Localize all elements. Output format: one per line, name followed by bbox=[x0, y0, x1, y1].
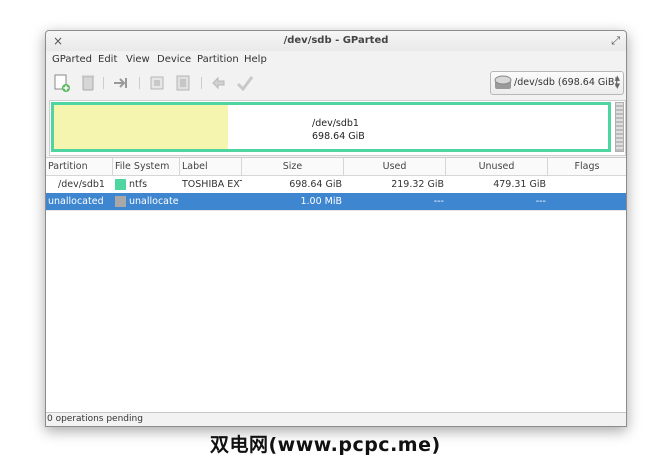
cell-size: 698.64 GiB bbox=[289, 179, 342, 190]
cell-flags bbox=[548, 193, 626, 210]
status-bar: 0 operations pending bbox=[46, 412, 626, 426]
table-row[interactable]: /dev/sdb1 ntfs TOSHIBA EXT 698.64 GiB 21… bbox=[46, 176, 626, 194]
toolbar-separator bbox=[103, 77, 104, 89]
filesystem-color-swatch bbox=[115, 196, 126, 207]
toolbar-separator bbox=[201, 77, 202, 89]
unallocated-block[interactable] bbox=[615, 102, 624, 152]
column-size[interactable]: Size bbox=[242, 158, 344, 175]
harddisk-icon bbox=[494, 75, 512, 90]
partition-block-name: /dev/sdb1 bbox=[312, 118, 359, 129]
cell-filesystem: unallocated bbox=[129, 196, 179, 207]
copy-icon[interactable] bbox=[148, 74, 166, 92]
column-file-system[interactable]: File System bbox=[113, 158, 180, 175]
new-partition-icon[interactable] bbox=[53, 74, 71, 92]
column-partition[interactable]: Partition bbox=[46, 158, 113, 175]
cell-label: TOSHIBA EXT bbox=[182, 179, 242, 190]
column-flags[interactable]: Flags bbox=[548, 158, 626, 175]
cell-label bbox=[182, 193, 242, 210]
table-header: Partition File System Label Size Used Un… bbox=[46, 158, 626, 176]
resize-move-icon[interactable] bbox=[112, 74, 130, 92]
menu-gparted[interactable]: GParted bbox=[52, 54, 92, 65]
apply-icon[interactable] bbox=[236, 74, 254, 92]
maximize-icon[interactable]: ⤢ bbox=[611, 34, 620, 48]
menu-device[interactable]: Device bbox=[157, 54, 191, 65]
partition-block-label: /dev/sdb1 698.64 GiB bbox=[312, 117, 365, 143]
status-text: 0 operations pending bbox=[47, 414, 143, 424]
column-used[interactable]: Used bbox=[344, 158, 446, 175]
used-space-fill bbox=[54, 105, 228, 149]
title-bar: × /dev/sdb - GParted ⤢ bbox=[46, 31, 626, 51]
column-label[interactable]: Label bbox=[180, 158, 242, 175]
spinner-arrows-icon: ▲ ▼ bbox=[614, 74, 620, 90]
menu-bar: GParted Edit View Device Partition Help bbox=[46, 51, 626, 69]
watermark-text: 双电网(www.pcpc.me) bbox=[210, 434, 441, 456]
cell-filesystem: ntfs bbox=[129, 179, 148, 190]
toolbar: /dev/sdb (698.64 GiB) ▲ ▼ bbox=[46, 69, 626, 97]
cell-used: --- bbox=[433, 196, 444, 207]
filesystem-color-swatch bbox=[115, 179, 126, 190]
delete-partition-icon[interactable] bbox=[79, 74, 97, 92]
cell-size: 1.00 MiB bbox=[300, 196, 342, 207]
window-title: /dev/sdb - GParted bbox=[283, 35, 389, 46]
cell-partition: /dev/sdb1 bbox=[58, 179, 105, 190]
undo-icon[interactable] bbox=[210, 74, 228, 92]
partition-block-size: 698.64 GiB bbox=[312, 131, 365, 142]
menu-view[interactable]: View bbox=[126, 54, 150, 65]
partition-block-sdb1[interactable]: /dev/sdb1 698.64 GiB bbox=[51, 102, 611, 152]
menu-help[interactable]: Help bbox=[244, 54, 267, 65]
toolbar-separator bbox=[139, 77, 140, 89]
disk-map: /dev/sdb1 698.64 GiB bbox=[49, 100, 626, 156]
cell-used: 219.32 GiB bbox=[391, 179, 444, 190]
cell-partition: unallocated bbox=[48, 196, 104, 207]
partition-table: Partition File System Label Size Used Un… bbox=[46, 157, 626, 412]
device-selector-label: /dev/sdb (698.64 GiB) bbox=[514, 77, 619, 88]
cell-unused: 479.31 GiB bbox=[493, 179, 546, 190]
cell-flags bbox=[548, 176, 626, 193]
menu-partition[interactable]: Partition bbox=[197, 54, 239, 65]
cell-unused: --- bbox=[535, 196, 546, 207]
device-selector[interactable]: /dev/sdb (698.64 GiB) ▲ ▼ bbox=[490, 71, 624, 95]
column-unused[interactable]: Unused bbox=[446, 158, 548, 175]
table-row[interactable]: unallocated unallocated 1.00 MiB --- --- bbox=[46, 193, 626, 211]
gparted-window: × /dev/sdb - GParted ⤢ GParted Edit View… bbox=[45, 30, 627, 427]
menu-edit[interactable]: Edit bbox=[98, 54, 117, 65]
paste-icon[interactable] bbox=[174, 74, 192, 92]
